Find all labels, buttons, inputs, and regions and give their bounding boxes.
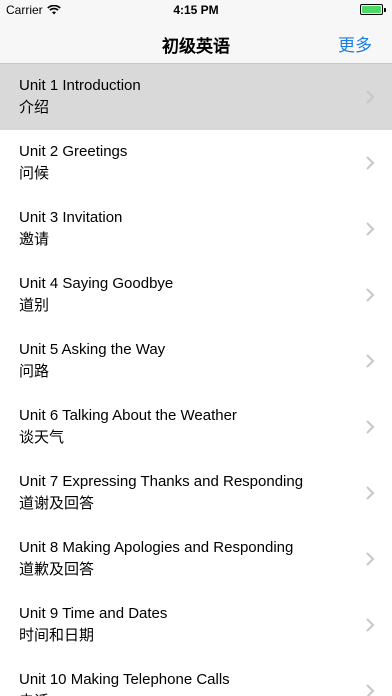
chevron-right-icon — [366, 90, 375, 104]
chevron-right-icon — [366, 486, 375, 500]
battery-tip — [384, 7, 386, 12]
unit-subtitle: 时间和日期 — [19, 627, 95, 644]
unit-title: Unit 10 Making Telephone Calls — [19, 671, 230, 688]
status-bar: Carrier 4:15 PM — [0, 0, 392, 20]
unit-title: Unit 6 Talking About the Weather — [19, 407, 237, 424]
chevron-right-icon — [366, 420, 375, 434]
unit-subtitle: 道谢及回答 — [19, 495, 95, 512]
chevron-right-icon — [366, 222, 375, 236]
unit-title: Unit 5 Asking the Way — [19, 341, 166, 358]
unit-title: Unit 9 Time and Dates — [19, 605, 168, 622]
unit-title: Unit 1 Introduction — [19, 77, 141, 94]
list-item[interactable]: Unit 6 Talking About the Weather 谈天气 — [0, 394, 392, 461]
unit-title: Unit 8 Making Apologies and Responding — [19, 539, 294, 556]
chevron-right-icon — [366, 618, 375, 632]
unit-subtitle: 电话 — [19, 690, 49, 696]
unit-subtitle: 问候 — [19, 165, 50, 182]
list-item[interactable]: Unit 1 Introduction 介绍 — [0, 64, 392, 131]
unit-subtitle: 邀请 — [19, 231, 50, 248]
more-button[interactable]: 更多 — [338, 31, 372, 56]
unit-list: Unit 1 Introduction 介绍 Unit 2 Greetings 问候 U… — [0, 64, 392, 696]
list-item[interactable]: Unit 7 Expressing Thanks and Responding 道… — [0, 460, 392, 527]
battery-icon — [360, 4, 383, 15]
list-item[interactable]: Unit 5 Asking the Way 问路 — [0, 328, 392, 395]
unit-title: Unit 4 Saying Goodbye — [19, 275, 174, 292]
list-item[interactable]: Unit 9 Time and Dates 时间和日期 — [0, 592, 392, 659]
list-item[interactable]: Unit 3 Invitation 邀请 — [0, 196, 392, 263]
unit-title: Unit 7 Expressing Thanks and Responding — [19, 473, 304, 490]
page-title: 初级英语 — [162, 37, 230, 56]
unit-title: Unit 3 Invitation — [19, 209, 123, 226]
list-item[interactable]: Unit 8 Making Apologies and Responding 道歉… — [0, 526, 392, 593]
list-item[interactable]: Unit 2 Greetings 问候 — [0, 130, 392, 197]
chevron-right-icon — [366, 552, 375, 566]
chevron-right-icon — [366, 288, 375, 302]
navigation-bar: 初级英语 更多 — [0, 20, 392, 64]
status-right — [360, 4, 386, 15]
unit-subtitle: 问路 — [19, 363, 50, 380]
chevron-right-icon — [366, 684, 375, 696]
unit-subtitle: 道歉及回答 — [19, 561, 95, 578]
unit-subtitle: 介绍 — [19, 99, 50, 116]
unit-subtitle: 谈天气 — [19, 429, 65, 446]
chevron-right-icon — [366, 354, 375, 368]
status-time: 4:15 PM — [173, 3, 219, 17]
list-item[interactable]: Unit 10 Making Telephone Calls 电话 — [0, 658, 392, 696]
unit-subtitle: 道别 — [19, 297, 50, 314]
unit-title: Unit 2 Greetings — [19, 143, 128, 160]
list-item[interactable]: Unit 4 Saying Goodbye 道别 — [0, 262, 392, 329]
chevron-right-icon — [366, 156, 375, 170]
